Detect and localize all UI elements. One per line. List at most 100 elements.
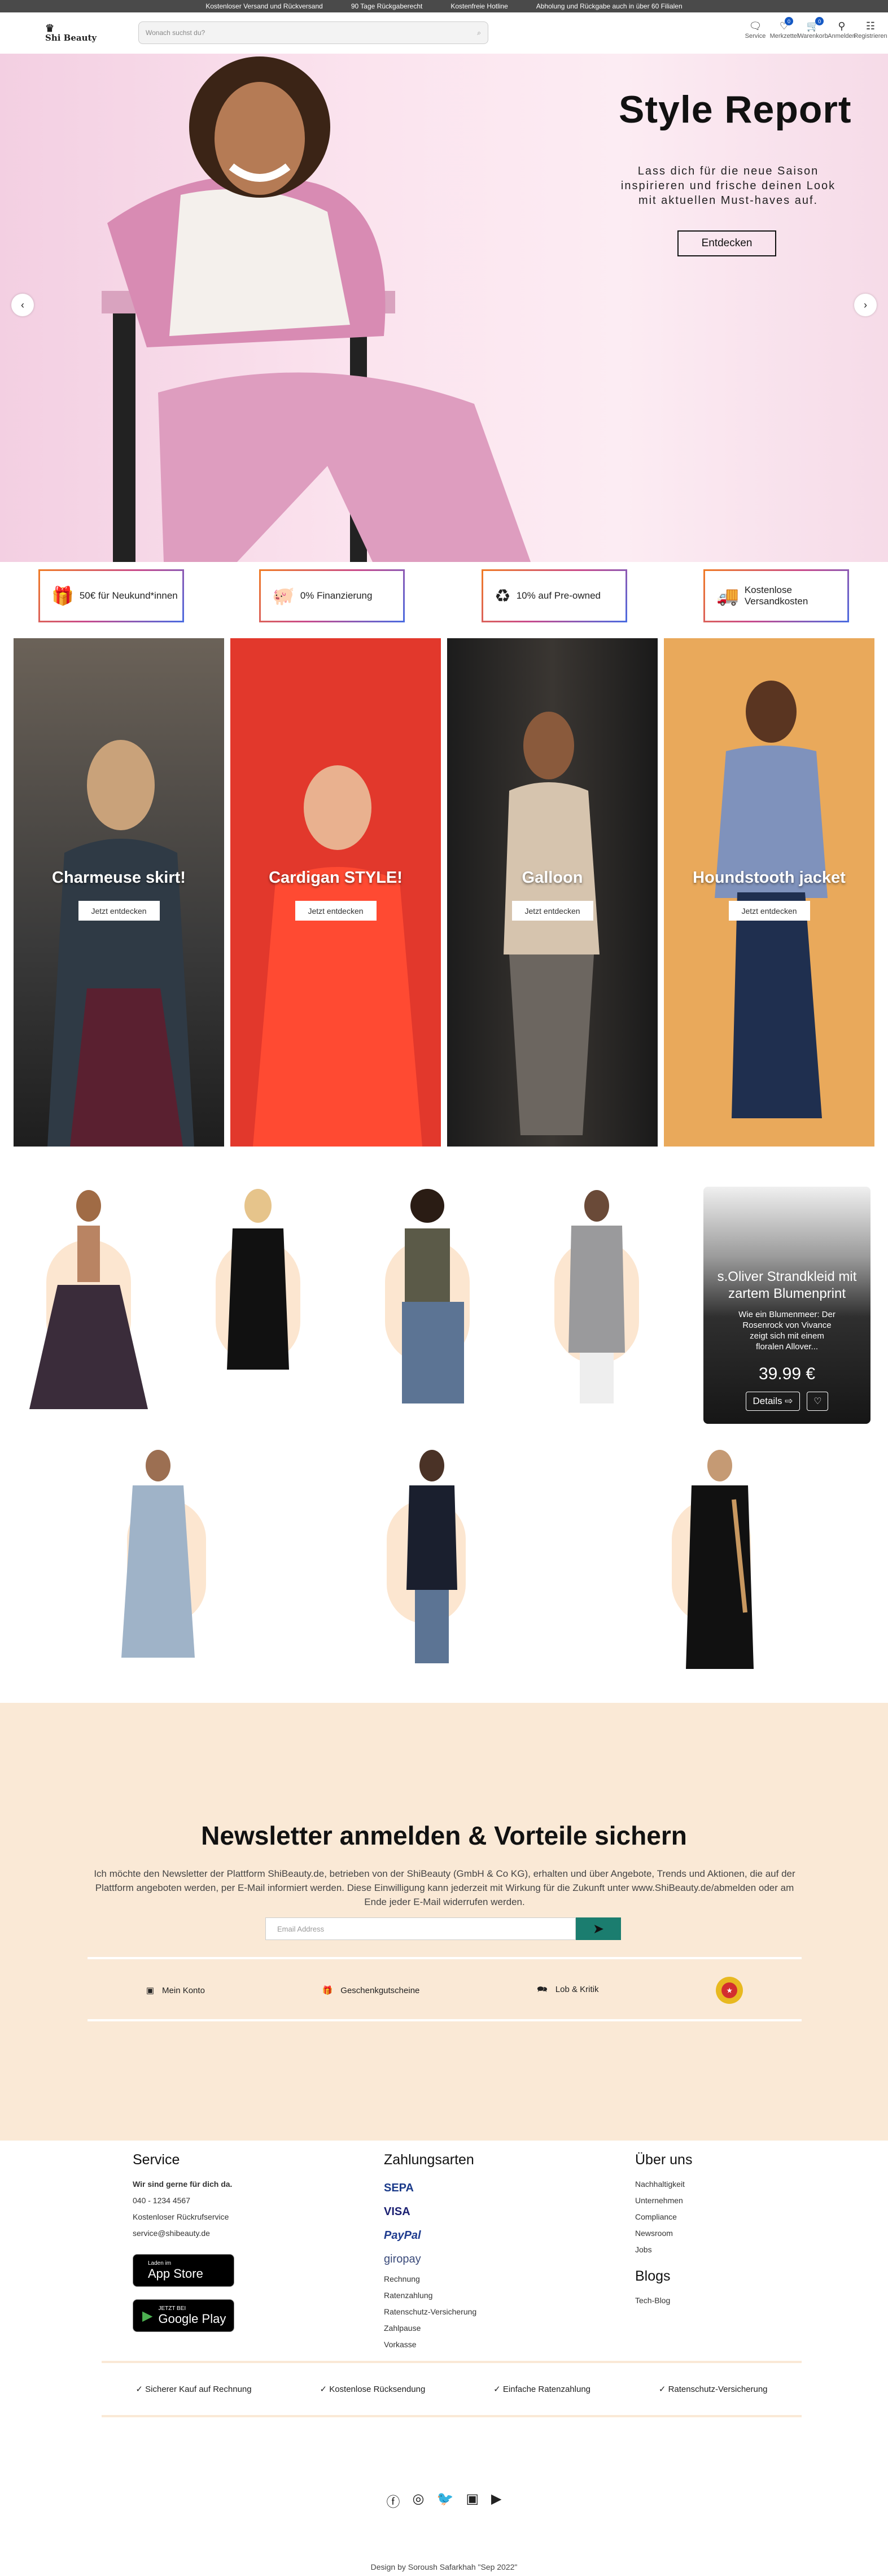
chat-icon: 🗨 <box>749 20 762 32</box>
product-details-button[interactable]: Details ⇨ <box>745 1392 800 1411</box>
promo-title: Houndstooth jacket <box>693 869 846 887</box>
my-account-link[interactable]: ▣ Mein Konto <box>146 1985 205 1995</box>
check-icon: ✓ <box>493 2385 503 2394</box>
promo-discover-button[interactable]: Jetzt entdecken <box>295 901 377 921</box>
footer-link[interactable]: Ratenzahlung <box>384 2287 476 2304</box>
linkedin-icon[interactable]: ▣ <box>466 2491 479 2510</box>
product-item[interactable] <box>357 1183 498 1432</box>
carousel-next-button[interactable]: › <box>854 294 877 316</box>
footer-heading: Über uns <box>635 2152 693 2168</box>
product-item[interactable] <box>378 1443 508 1680</box>
chevron-right-icon: › <box>864 299 867 311</box>
register-button[interactable]: ☷ Registrieren <box>854 20 887 40</box>
send-icon: ➤ <box>592 1921 605 1937</box>
app-store-button[interactable]: Laden im App Store <box>133 2254 234 2287</box>
footer-email-link[interactable]: service@shibeauty.de <box>133 2225 234 2242</box>
newsletter-submit-button[interactable]: ➤ <box>576 1917 621 1940</box>
hero-text: Lass dich für die neue Saison inspiriere… <box>620 165 836 207</box>
hero-discover-button[interactable]: Entdecken <box>677 230 776 256</box>
benefit-financing[interactable]: 🐖 0% Finanzierung <box>259 569 405 622</box>
site-logo[interactable]: ♛ Shi Beauty <box>45 24 99 42</box>
recycle-icon: ♻ <box>495 586 511 606</box>
footer-link[interactable]: Tech-Blog <box>635 2292 692 2309</box>
benefits-row: 🎁 50€ für Neukund*innen 🐖 0% Finanzierung … <box>0 566 888 623</box>
trusted-shop-seal-icon[interactable]: ★ <box>716 1977 743 2004</box>
hero-banner: Style Report Lass dich für die neue Sais… <box>0 54 888 562</box>
arrow-icon: ⇨ <box>785 1396 793 1406</box>
piggy-bank-icon: 🐖 <box>272 586 295 606</box>
feedback-link[interactable]: 🗪 Lob & Kritik <box>537 1984 598 1998</box>
promo-discover-button[interactable]: Jetzt entdecken <box>728 901 810 921</box>
google-play-button[interactable]: ▶ JETZT BEI Google Play <box>133 2299 234 2332</box>
product-card-featured[interactable]: s.Oliver Strandkleid mit zartem Blumenpr… <box>703 1187 870 1424</box>
announcement-shipping: Kostenloser Versand und Rückversand <box>205 2 323 10</box>
product-item[interactable] <box>187 1183 329 1432</box>
product-item[interactable] <box>93 1443 223 1680</box>
announcement-returns: 90 Tage Rückgaberecht <box>351 2 423 10</box>
add-to-wishlist-button[interactable]: ♡ <box>807 1392 829 1411</box>
trust-item: ✓ Kostenlose Rücksendung <box>320 2385 426 2394</box>
promo-tile-charmeuse[interactable]: Charmeuse skirt! Jetzt entdecken <box>14 638 224 1147</box>
footer-link[interactable]: Ratenschutz-Versicherung <box>384 2304 476 2320</box>
product-item[interactable] <box>18 1183 159 1432</box>
benefit-new-customer[interactable]: 🎁 50€ für Neukund*innen <box>38 569 184 622</box>
search-input[interactable]: Wonach suchst du? ⌕ <box>138 21 488 44</box>
register-icon: ☷ <box>865 20 876 32</box>
footer-about-column: Über uns Nachhaltigkeit Unternehmen Comp… <box>635 2152 692 2309</box>
carousel-prev-button[interactable]: ‹ <box>11 294 34 316</box>
newsletter-section: Newsletter anmelden & Vorteile sichern I… <box>0 1703 888 2141</box>
chevron-left-icon: ‹ <box>21 299 24 311</box>
facebook-icon[interactable]: ⓕ <box>387 2491 400 2510</box>
wishlist-count: 0 <box>785 17 794 25</box>
cart-icon: 🛒 0 <box>807 17 824 33</box>
search-icon[interactable]: ⌕ <box>477 29 481 37</box>
check-icon: ✓ <box>320 2385 330 2394</box>
footer-link[interactable]: Newsroom <box>635 2225 692 2242</box>
promo-tile-galloon[interactable]: Galloon Jetzt entdecken <box>447 638 658 1147</box>
cart-button[interactable]: 🛒 0 Warenkorb <box>798 17 828 40</box>
promo-discover-button[interactable]: Jetzt entdecken <box>78 901 160 921</box>
gift-cards-link[interactable]: 🎁 Geschenkgutscheine <box>322 1985 420 1995</box>
wishlist-button[interactable]: ♡ 0 Merkzettel <box>770 17 798 40</box>
instagram-icon[interactable]: ◎ <box>413 2491 425 2510</box>
email-input[interactable]: Email Address <box>265 1917 576 1940</box>
user-icon: ⚲ <box>838 20 846 32</box>
promo-title: Cardigan STYLE! <box>269 869 403 887</box>
top-announcement-bar: Kostenloser Versand und Rückversand 90 T… <box>0 0 888 12</box>
promo-tiles: Charmeuse skirt! Jetzt entdecken Cardiga… <box>14 638 874 1147</box>
divider <box>88 1957 802 1959</box>
footer-link[interactable]: Vorkasse <box>384 2337 476 2353</box>
service-button[interactable]: 🗨 Service <box>743 20 767 40</box>
footer-link[interactable]: Zahlpause <box>384 2320 476 2337</box>
trust-item: ✓ Sicherer Kauf auf Rechnung <box>135 2385 252 2394</box>
product-image <box>402 1189 464 1403</box>
benefit-free-shipping[interactable]: 🚚 Kostenlose Versandkosten <box>703 569 849 622</box>
twitter-icon[interactable]: 🐦 <box>436 2491 453 2510</box>
footer-text: Wir sind gerne für dich da. <box>133 2180 233 2189</box>
promo-tile-houndstooth[interactable]: Houndstooth jacket Jetzt entdecken <box>664 638 874 1147</box>
footer-link[interactable]: Jobs <box>635 2242 692 2258</box>
footer-phone[interactable]: 040 - 1234 4567 <box>133 2193 234 2209</box>
announcement-hotline: Kostenfreie Hotline <box>450 2 508 10</box>
gift-card-icon: 🎁 <box>322 1986 333 1995</box>
promo-tile-cardigan[interactable]: Cardigan STYLE! Jetzt entdecken <box>230 638 441 1147</box>
benefit-preowned[interactable]: ♻ 10% auf Pre-owned <box>482 569 627 622</box>
footer-heading: Blogs <box>635 2268 671 2284</box>
promo-title: Galloon <box>522 869 583 887</box>
cart-count: 0 <box>815 17 824 25</box>
check-icon: ✓ <box>658 2385 668 2394</box>
promo-discover-button[interactable]: Jetzt entdecken <box>511 901 593 921</box>
truck-icon: 🚚 <box>716 586 739 606</box>
login-button[interactable]: ⚲ Anmelden <box>828 20 856 40</box>
footer-link[interactable]: Rechnung <box>384 2271 476 2287</box>
footer-link[interactable]: Compliance <box>635 2209 692 2225</box>
footer-link[interactable]: Unternehmen <box>635 2193 692 2209</box>
footer-payment-column: Zahlungsarten SEPA VISA PayPal giropay R… <box>384 2152 476 2353</box>
product-item[interactable] <box>526 1183 667 1432</box>
site-header: ♛ Shi Beauty Wonach suchst du? ⌕ 🗨 Service… <box>0 12 888 54</box>
product-row-1: s.Oliver Strandkleid mit zartem Blumenpr… <box>18 1183 870 1432</box>
youtube-icon[interactable]: ▶ <box>491 2491 501 2510</box>
footer-callback-link[interactable]: Kostenloser Rückrufservice <box>133 2209 234 2225</box>
footer-link[interactable]: Nachhaltigkeit <box>635 2176 692 2193</box>
product-item[interactable] <box>655 1443 785 1680</box>
